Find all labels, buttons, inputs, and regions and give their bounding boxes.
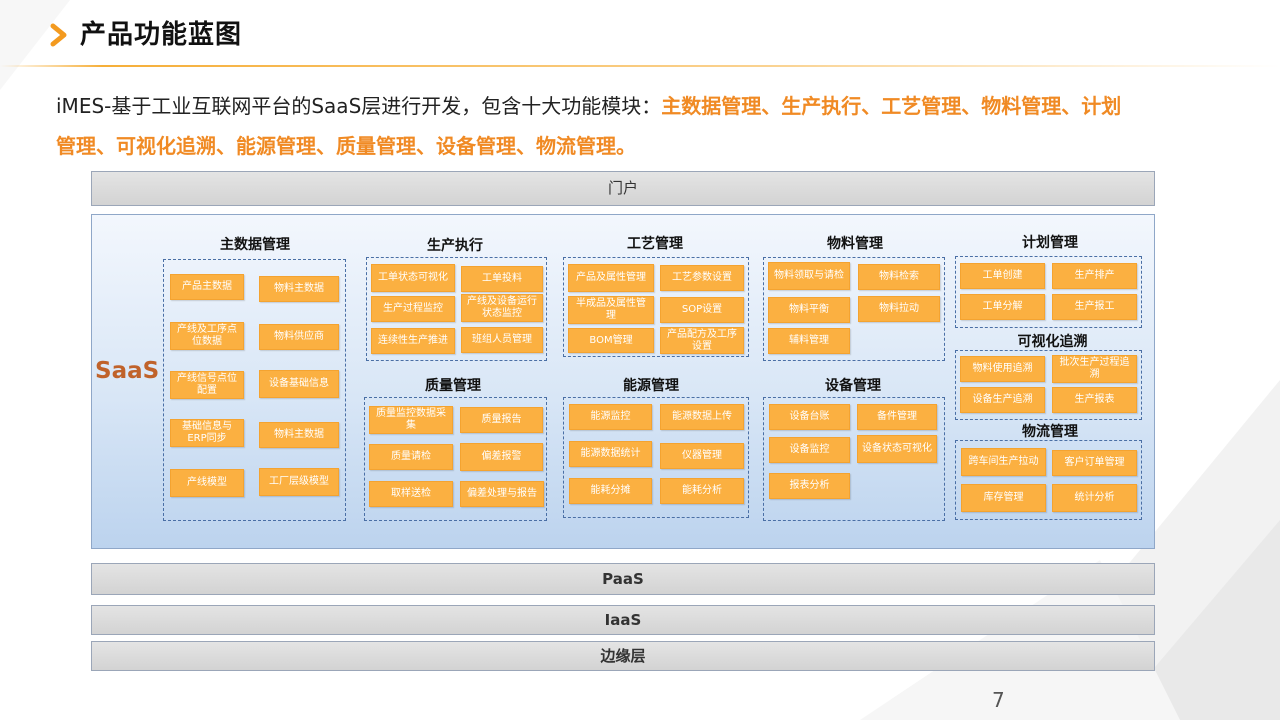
group-title-quality: 质量管理 — [425, 378, 481, 394]
module-item: BOM管理 — [568, 328, 654, 353]
group-title-material: 物料管理 — [827, 236, 883, 252]
page-number: 7 — [992, 688, 1005, 712]
module-item: 设备监控 — [769, 437, 850, 463]
iaas-layer: IaaS — [91, 605, 1155, 635]
module-item: 物料主数据 — [259, 422, 339, 448]
module-item: 客户订单管理 — [1052, 450, 1137, 476]
module-item: 取样送检 — [369, 481, 453, 507]
module-item: 物料主数据 — [259, 276, 339, 302]
module-item: 库存管理 — [961, 484, 1046, 512]
group-title-equipment: 设备管理 — [825, 378, 881, 394]
portal-layer: 门户 — [91, 171, 1155, 206]
module-item: 设备生产追溯 — [960, 387, 1045, 413]
group-title-process: 工艺管理 — [627, 236, 683, 252]
intro-highlight-2: 管理、可视化追溯、能源管理、质量管理、设备管理、物流管理。 — [56, 134, 636, 158]
module-item: 工艺参数设置 — [660, 265, 744, 291]
module-item: 工单创建 — [960, 263, 1045, 289]
module-item: 物料检索 — [858, 264, 940, 290]
module-item: 能源数据统计 — [569, 441, 652, 467]
module-item: 产线及设备运行状态监控 — [461, 294, 543, 322]
module-item: 工单投料 — [461, 266, 543, 292]
intro-text: iMES-基于工业互联网平台的SaaS层进行开发，包含十大功能模块：主数据管理、… — [56, 86, 1216, 166]
module-item: 连续性生产推进 — [371, 328, 455, 354]
group-title-master-data: 主数据管理 — [220, 237, 290, 253]
module-item: 仪器管理 — [660, 443, 744, 469]
module-item: 产线信号点位配置 — [170, 371, 244, 399]
module-item: 工厂层级模型 — [259, 468, 339, 496]
module-item: 能源数据上传 — [660, 404, 744, 430]
module-item: 偏差报警 — [460, 443, 543, 471]
group-title-production: 生产执行 — [427, 238, 483, 254]
module-item: 产品及属性管理 — [568, 264, 654, 292]
module-item: 辅料管理 — [768, 328, 850, 354]
module-item: 基础信息与ERP同步 — [170, 419, 244, 447]
module-item: 统计分析 — [1052, 484, 1137, 512]
module-item: 产线模型 — [170, 469, 244, 497]
group-title-logistics: 物流管理 — [1022, 424, 1078, 440]
module-item: 工单分解 — [960, 294, 1045, 320]
module-item: SOP设置 — [660, 297, 744, 323]
module-item: 生产报表 — [1052, 387, 1137, 413]
page-title: 产品功能蓝图 — [80, 20, 243, 50]
module-item: 能耗分摊 — [569, 478, 652, 504]
module-item: 生产报工 — [1052, 294, 1137, 320]
module-item: 质量报告 — [460, 407, 543, 433]
module-item: 设备状态可视化 — [857, 435, 937, 463]
paas-layer: PaaS — [91, 563, 1155, 595]
module-item: 生产过程监控 — [371, 296, 455, 322]
module-item: 产线及工序点位数据 — [170, 322, 244, 350]
saas-label: SaaS — [95, 358, 160, 384]
module-item: 生产排产 — [1052, 263, 1137, 289]
group-title-energy: 能源管理 — [623, 378, 679, 394]
header-divider — [0, 65, 1280, 67]
module-item: 物料拉动 — [858, 296, 940, 322]
group-title-plan: 计划管理 — [1022, 235, 1078, 251]
intro-prefix: iMES-基于工业互联网平台的SaaS层进行开发，包含十大功能模块： — [56, 94, 662, 118]
module-item: 班组人员管理 — [461, 327, 543, 353]
group-title-trace: 可视化追溯 — [1017, 334, 1088, 350]
module-item: 能源监控 — [569, 404, 652, 430]
edge-layer: 边缘层 — [91, 641, 1155, 671]
module-item: 物料领取与请检 — [768, 262, 850, 290]
module-item: 设备台账 — [769, 404, 850, 430]
module-item: 设备基础信息 — [259, 370, 339, 398]
module-item: 批次生产过程追溯 — [1052, 355, 1137, 383]
module-item: 工单状态可视化 — [371, 264, 455, 292]
module-item: 产品配方及工序设置 — [660, 327, 744, 354]
module-item: 物料平衡 — [768, 297, 850, 323]
module-item: 半成品及属性管理 — [568, 296, 654, 324]
module-item: 物料使用追溯 — [960, 356, 1045, 382]
module-item: 偏差处理与报告 — [460, 481, 544, 507]
module-item: 质量监控数据采集 — [369, 406, 453, 434]
module-item: 跨车间生产拉动 — [961, 448, 1046, 476]
module-item: 能耗分析 — [660, 478, 744, 504]
module-item: 物料供应商 — [259, 324, 339, 350]
chevron-right-icon — [50, 23, 67, 47]
module-item: 备件管理 — [857, 404, 937, 430]
module-item: 产品主数据 — [170, 274, 244, 300]
module-item: 报表分析 — [769, 473, 850, 499]
intro-highlight-1: 主数据管理、生产执行、工艺管理、物料管理、计划 — [661, 94, 1122, 118]
module-item: 质量请检 — [369, 444, 453, 470]
